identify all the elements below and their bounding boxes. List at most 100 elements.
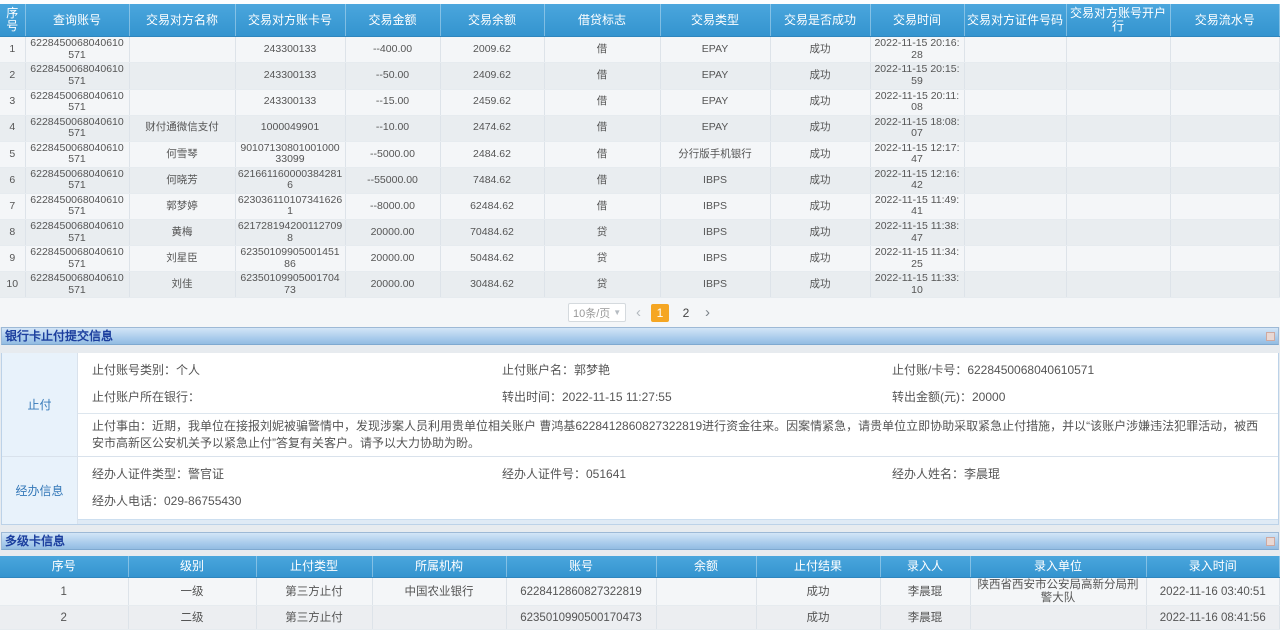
table-cell: 成功 [770,193,870,219]
table-cell: 一级 [128,578,256,606]
panel-corner-icon[interactable] [1266,537,1275,546]
table-cell: 62484.62 [440,193,544,219]
field-handler-id-no: 经办人证件号：051641 [502,465,892,482]
table-row[interactable]: 36228450068040610571243300133--15.002459… [0,89,1280,115]
table-cell: 1 [0,37,25,63]
table-cell [1066,37,1170,63]
column-header: 序号 [0,4,25,37]
table-cell: 借 [544,89,660,115]
table-row[interactable]: 26228450068040610571243300133--50.002409… [0,63,1280,89]
stop-payment-panel: 止付 止付账号类别：个人 止付账户名：郭梦艳 止付账/卡号：6228450068… [1,353,1279,524]
table-cell: 2 [0,63,25,89]
table-cell: --5000.00 [345,141,440,167]
transactions-table: 序号查询账号交易对方名称交易对方账卡号交易金额交易余额借贷标志交易类型交易是否成… [0,4,1280,298]
next-page-button[interactable]: › [703,305,712,320]
table-cell: 6228450068040610571 [25,246,129,272]
table-cell [964,37,1066,63]
table-row[interactable]: 86228450068040610571黄梅621728194200112709… [0,220,1280,246]
table-cell: 20000.00 [345,272,440,298]
table-cell: EPAY [660,63,770,89]
table-cell: 6217281942001127098 [235,220,345,246]
page-button-2[interactable]: 2 [677,304,695,322]
field-account-name: 止付账户名：郭梦艳 [502,361,892,378]
table-cell [1066,115,1170,141]
column-header: 交易余额 [440,4,544,37]
table-cell [1066,89,1170,115]
table-cell: 2484.62 [440,141,544,167]
table-cell: 黄梅 [129,220,235,246]
table-cell [1170,246,1280,272]
table-cell: 1000049901 [235,115,345,141]
table-cell: 7484.62 [440,167,544,193]
stop-payment-section-title: 银行卡止付提交信息 [1,327,1279,345]
column-header: 止付类型 [256,556,372,578]
table-cell: EPAY [660,89,770,115]
table-cell: 第三方止付 [256,578,372,606]
table-cell [964,220,1066,246]
table-cell: 2022-11-15 20:15:59 [870,63,964,89]
column-header: 交易类型 [660,4,770,37]
table-cell: 20000.00 [345,246,440,272]
column-header: 级别 [128,556,256,578]
column-header: 交易对方账卡号 [235,4,345,37]
table-cell [1066,193,1170,219]
table-cell [1066,167,1170,193]
table-cell: 6228450068040610571 [25,37,129,63]
prev-page-button[interactable]: ‹ [634,305,643,320]
table-cell: --50.00 [345,63,440,89]
table-cell: 6216611600003842816 [235,167,345,193]
column-header: 查询账号 [25,4,129,37]
group-label-zhifu: 止付 [2,353,78,455]
table-cell: 借 [544,193,660,219]
table-cell [129,89,235,115]
table-cell [129,63,235,89]
table-cell: 6228450068040610571 [25,141,129,167]
column-header: 交易是否成功 [770,4,870,37]
table-cell [1170,115,1280,141]
table-row[interactable]: 106228450068040610571刘佳62350109905001704… [0,272,1280,298]
table-cell: 刘星臣 [129,246,235,272]
table-cell: 贷 [544,246,660,272]
panel-footer-strip [78,519,1278,524]
table-row[interactable]: 16228450068040610571243300133--400.00200… [0,37,1280,63]
table-cell [1170,167,1280,193]
table-cell: 2459.62 [440,89,544,115]
column-header: 交易时间 [870,4,964,37]
column-header: 余额 [656,556,756,578]
table-row[interactable]: 2二级第三方止付6235010990500170473成功李晨琨2022-11-… [0,606,1280,630]
table-row[interactable]: 76228450068040610571郭梦婷62303611010734162… [0,193,1280,219]
table-row[interactable]: 46228450068040610571财付通微信支付1000049901--1… [0,115,1280,141]
table-cell: 成功 [770,167,870,193]
table-cell: 20000.00 [345,220,440,246]
table-cell: --10.00 [345,115,440,141]
table-cell: 李晨琨 [880,606,970,630]
field-account-type: 止付账号类别：个人 [92,361,502,378]
table-cell: 2474.62 [440,115,544,141]
table-cell: 2022-11-15 12:16:42 [870,167,964,193]
table-cell [964,141,1066,167]
table-cell: 何晓芳 [129,167,235,193]
table-cell: 贷 [544,220,660,246]
column-header: 止付结果 [756,556,880,578]
field-handler-name: 经办人姓名：李晨琨 [892,465,1278,482]
table-row[interactable]: 96228450068040610571刘星臣62350109905001451… [0,246,1280,272]
page-button-1[interactable]: 1 [651,304,669,322]
field-transfer-amount: 转出金额(元)：20000 [892,388,1278,405]
table-cell: 1 [0,578,128,606]
column-header: 录入人 [880,556,970,578]
table-cell: 2409.62 [440,63,544,89]
table-row[interactable]: 1一级第三方止付中国农业银行6228412860827322819成功李晨琨陕西… [0,578,1280,606]
page-size-select[interactable]: 10条/页 ▼ [568,303,626,322]
table-cell: 243300133 [235,89,345,115]
table-row[interactable]: 56228450068040610571何雪琴90107130801001000… [0,141,1280,167]
table-cell: IBPS [660,220,770,246]
table-cell [1170,89,1280,115]
table-cell: 2022-11-15 11:49:41 [870,193,964,219]
table-row[interactable]: 66228450068040610571何晓芳62166116000038428… [0,167,1280,193]
table-cell [1066,246,1170,272]
table-cell: 刘佳 [129,272,235,298]
chevron-down-icon: ▼ [613,308,621,317]
table-cell: IBPS [660,167,770,193]
table-cell: 成功 [770,141,870,167]
panel-corner-icon[interactable] [1266,332,1275,341]
